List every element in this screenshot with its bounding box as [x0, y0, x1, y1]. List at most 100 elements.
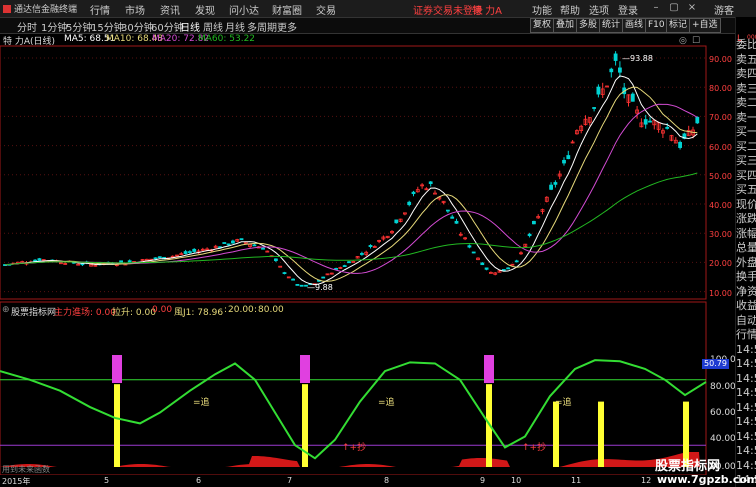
sidebar-item[interactable]: 收益 — [736, 299, 756, 313]
candle-body — [445, 209, 450, 212]
candle-body — [282, 272, 287, 274]
date-label-5: 5 — [104, 476, 110, 485]
date-label-9: 9 — [480, 476, 486, 485]
candle-body — [192, 248, 197, 252]
sidebar-item[interactable]: 卖三 — [736, 82, 756, 96]
price-axis-label: 60.00 — [709, 142, 732, 152]
candle-body — [592, 107, 596, 109]
candle-body — [609, 68, 614, 73]
candle-body — [643, 119, 648, 125]
watermark-url: www.7gpzb.com — [657, 473, 756, 486]
price-axis-label: 80.00 — [709, 84, 732, 94]
price-axis-label: 20.00 — [709, 259, 732, 269]
sidebar-item[interactable]: 外盘 — [736, 256, 756, 270]
sidebar-item[interactable]: 买五 — [736, 183, 756, 197]
risk-label: 風J1: 78.96 — [174, 308, 224, 318]
ma20-line — [4, 103, 698, 274]
candle-body — [80, 263, 85, 266]
sidebar-item[interactable]: 14:5 — [736, 401, 756, 415]
magenta-signal-bar — [112, 355, 122, 383]
candle-body — [119, 260, 123, 263]
sidebar-item[interactable]: 卖五 — [736, 53, 756, 67]
date-label-10: 10 — [511, 476, 522, 485]
candle-body — [347, 261, 351, 264]
candle-body — [359, 253, 364, 255]
date-label-11: 11 — [571, 476, 582, 485]
sidebar-item[interactable]: 涨跌 — [736, 212, 756, 226]
low-price-annotation: —9.88 — [307, 283, 333, 292]
date-label-7: 7 — [287, 476, 293, 485]
candle-body — [127, 260, 132, 263]
sidebar-item[interactable]: 自动 — [736, 314, 756, 328]
candle-body — [261, 247, 265, 250]
sidebar-item[interactable]: 14:5 — [736, 430, 756, 444]
chase-note-3: =追 — [555, 398, 572, 408]
candle-body — [549, 184, 553, 190]
candle-body — [321, 276, 326, 279]
sidebar-item[interactable]: 行情 — [736, 328, 756, 342]
candle-body — [239, 238, 244, 241]
sidebar-item[interactable]: 委比 — [736, 38, 756, 52]
candle-body — [342, 265, 347, 268]
candle-body — [226, 243, 231, 246]
chase-note-2: =追 — [378, 398, 395, 408]
chase-note-1: =追 — [193, 398, 210, 408]
candle-body — [295, 284, 300, 286]
sidebar-item[interactable]: 卖四 — [736, 67, 756, 81]
buy-note-1: ↑+抄 — [342, 443, 367, 453]
candle-body — [566, 155, 571, 160]
magenta-signal-bar — [484, 355, 494, 383]
candle-body — [467, 245, 472, 248]
candle-body — [183, 251, 188, 254]
sidebar-item[interactable]: 换手 — [736, 270, 756, 284]
yellow-signal-bar — [553, 401, 559, 467]
candle-body — [506, 267, 511, 270]
sidebar-item[interactable]: 14:5 — [736, 415, 756, 429]
candle-body — [618, 67, 622, 73]
candle-body — [153, 257, 158, 260]
date-label-2015: 2015年 — [2, 477, 31, 486]
sidebar-item[interactable]: 14:5 — [736, 357, 756, 371]
candle-body — [488, 272, 493, 274]
watermark: 股票指标网 www.7gpzb.com — [655, 455, 756, 487]
price-axis-label: 50.00 — [709, 171, 732, 181]
candle-body — [33, 259, 37, 262]
kline-chart[interactable]: —93.88 —9.88 — [0, 0, 735, 475]
candle-body — [291, 278, 296, 281]
quote-sidebar: L 000 委比卖五卖四卖三卖二卖一买一买二买三买四买五现价涨跌涨幅总量外盘换手… — [735, 17, 756, 487]
candle-body — [527, 233, 532, 237]
candle-body — [471, 251, 476, 254]
price-axis-label: 90.00 — [709, 55, 732, 64]
sidebar-item[interactable]: 现价 — [736, 198, 756, 212]
sidebar-item[interactable]: 涨幅 — [736, 227, 756, 241]
candle-body — [157, 256, 162, 259]
sidebar-item[interactable]: 14:5 — [736, 372, 756, 386]
candle-body — [630, 93, 635, 102]
indicator-expand-icon[interactable]: ⊕ — [2, 305, 10, 315]
magenta-signal-bar — [300, 355, 310, 383]
price-axis-label: 70.00 — [709, 113, 732, 123]
candle-body — [480, 262, 485, 266]
sidebar-item[interactable]: 买四 — [736, 169, 756, 183]
candle-body — [695, 116, 700, 124]
red-volume-area — [0, 452, 700, 467]
candle-body — [334, 268, 339, 270]
sidebar-item[interactable]: 买三 — [736, 154, 756, 168]
sidebar-item[interactable]: 卖二 — [736, 96, 756, 110]
buy-note-2: ↑+抄 — [522, 443, 547, 453]
date-label-6: 6 — [196, 476, 202, 485]
sidebar-item[interactable]: 买一 — [736, 125, 756, 139]
sidebar-item[interactable]: 净资 — [736, 285, 756, 299]
sidebar-item[interactable]: 总量 — [736, 241, 756, 255]
sidebar-item[interactable]: 14:5 — [736, 386, 756, 400]
indicator-name[interactable]: 股票指标网 — [11, 305, 56, 318]
high-price-annotation: —93.88 — [622, 54, 653, 63]
sidebar-item[interactable]: 卖一 — [736, 111, 756, 125]
candle-body — [596, 86, 601, 95]
sidebar-item[interactable]: 买二 — [736, 140, 756, 154]
indicator-axis-label: 60.00 — [710, 408, 736, 418]
candle-body — [299, 284, 304, 287]
candle-body — [454, 220, 459, 224]
sidebar-item[interactable]: 14:5 — [736, 343, 756, 357]
yellow-signal-bar — [302, 384, 308, 467]
